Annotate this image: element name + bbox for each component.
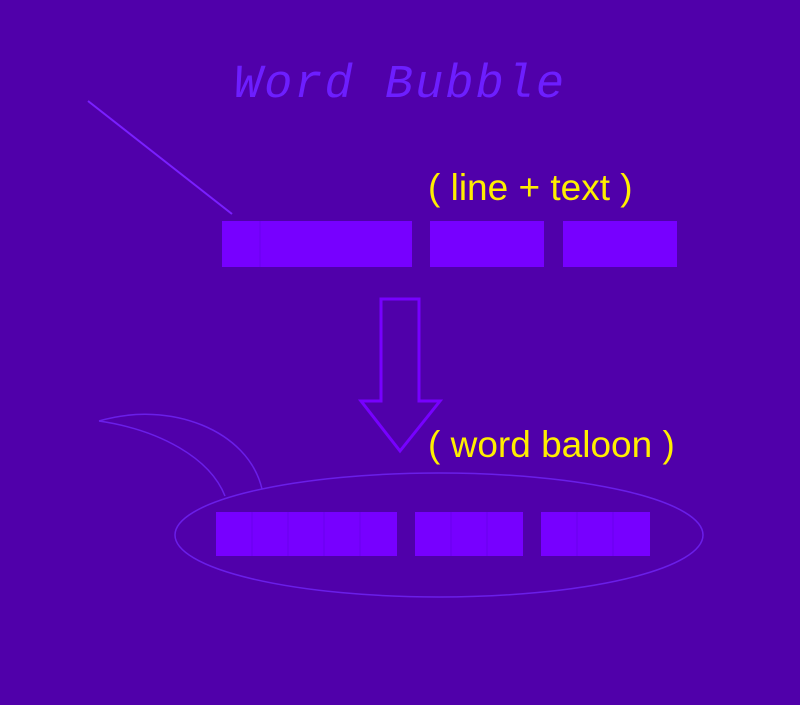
- top-word-block-2: [430, 221, 544, 267]
- balloon-tail-lower: [98, 420, 226, 497]
- top-word-block-1: [222, 221, 412, 267]
- word-bubble-diagram: Word Bubble ( line + text ) ( word baloo…: [87, 59, 704, 598]
- top-word-blocks: [222, 221, 677, 267]
- line-text-label: ( line + text ): [428, 167, 633, 208]
- diagram-canvas: Word Bubble ( line + text ) ( word baloo…: [0, 0, 800, 705]
- diagram-title: Word Bubble: [234, 59, 566, 112]
- balloon-word-block-1: [216, 512, 397, 556]
- top-word-block-3: [563, 221, 677, 267]
- balloon-word-block-3: [541, 512, 650, 556]
- balloon-word-blocks: [216, 512, 650, 556]
- word-baloon-label: ( word baloon ): [428, 424, 675, 465]
- leader-line: [87, 100, 233, 215]
- balloon-word-block-2: [415, 512, 523, 556]
